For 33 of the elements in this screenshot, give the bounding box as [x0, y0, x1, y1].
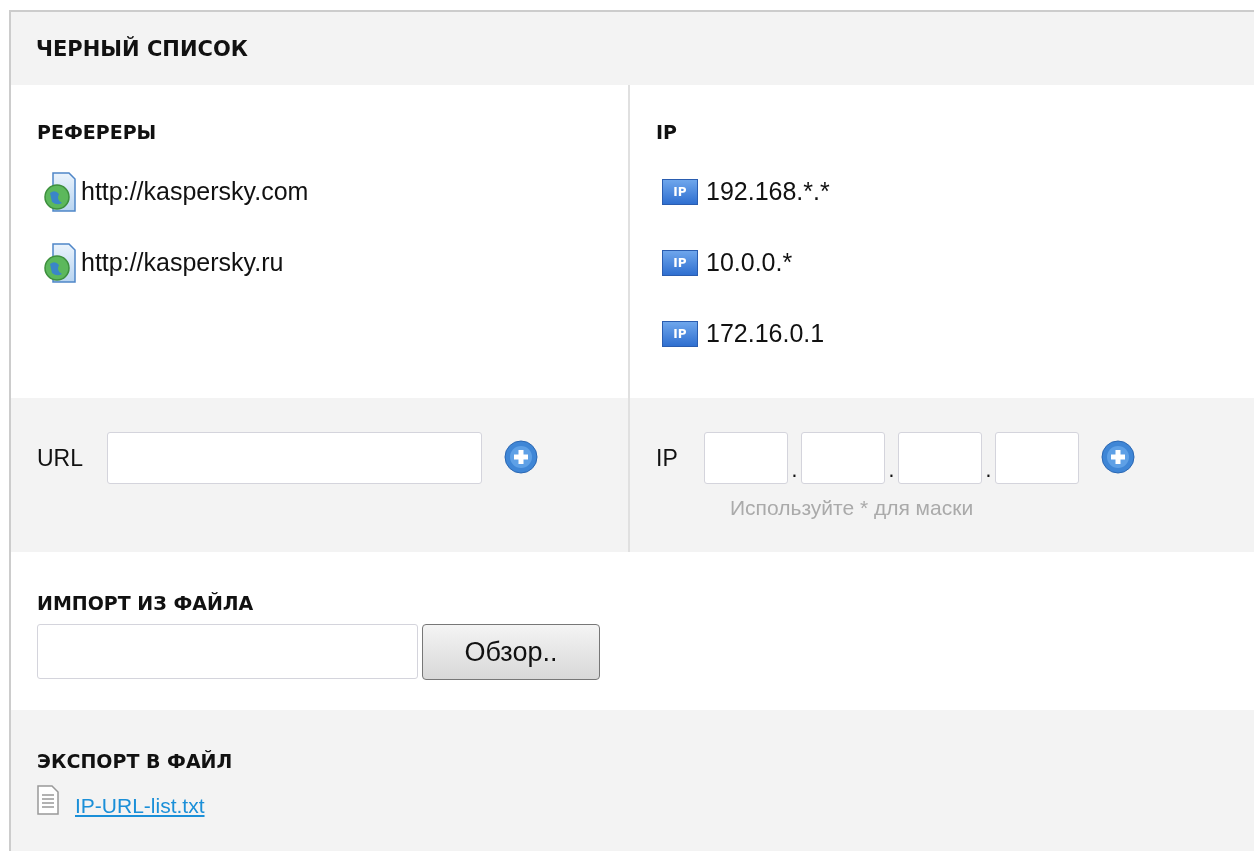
ip-badge: IP: [662, 249, 698, 276]
separator-dot: .: [790, 460, 799, 484]
document-icon: [37, 785, 59, 815]
separator-dot: .: [887, 460, 896, 484]
url-field[interactable]: [107, 432, 482, 484]
panel-title: ЧЕРНЫЙ СПИСОК: [36, 36, 248, 61]
browse-button[interactable]: Обзор..: [422, 624, 600, 680]
plus-icon: [1101, 440, 1135, 474]
referrer-url: http://kaspersky.ru: [81, 248, 284, 277]
ip-badge: IP: [662, 320, 698, 347]
add-button[interactable]: [504, 440, 538, 474]
section-heading: ЭКСПОРТ В ФАЙЛ: [37, 750, 234, 772]
section-heading: РЕФЕРЕРЫ: [37, 121, 158, 143]
ip-octet-field[interactable]: [704, 432, 788, 484]
hint-text: Используйте * для маски: [730, 496, 975, 520]
section-heading: ИМПОРТ ИЗ ФАЙЛА: [37, 592, 255, 614]
section-heading: IP: [656, 121, 678, 143]
ip-address: 172.16.0.1: [706, 319, 825, 348]
ip-octet-field[interactable]: [801, 432, 885, 484]
web-page-icon: [43, 242, 77, 283]
separator-dot: .: [984, 460, 993, 484]
ip-badge: IP: [662, 178, 698, 205]
ip-octet-field[interactable]: [995, 432, 1079, 484]
plus-icon: [504, 440, 538, 474]
field-label: URL: [37, 444, 84, 472]
ip-address: 192.168.*.*: [706, 177, 830, 206]
ip-address: 10.0.0.*: [706, 248, 793, 277]
file-path-field[interactable]: [37, 624, 418, 679]
web-page-icon: [43, 171, 77, 212]
add-button[interactable]: [1101, 440, 1135, 474]
ip-octet-field[interactable]: [898, 432, 982, 484]
field-label: IP: [656, 444, 679, 472]
referrer-url: http://kaspersky.com: [81, 177, 309, 206]
